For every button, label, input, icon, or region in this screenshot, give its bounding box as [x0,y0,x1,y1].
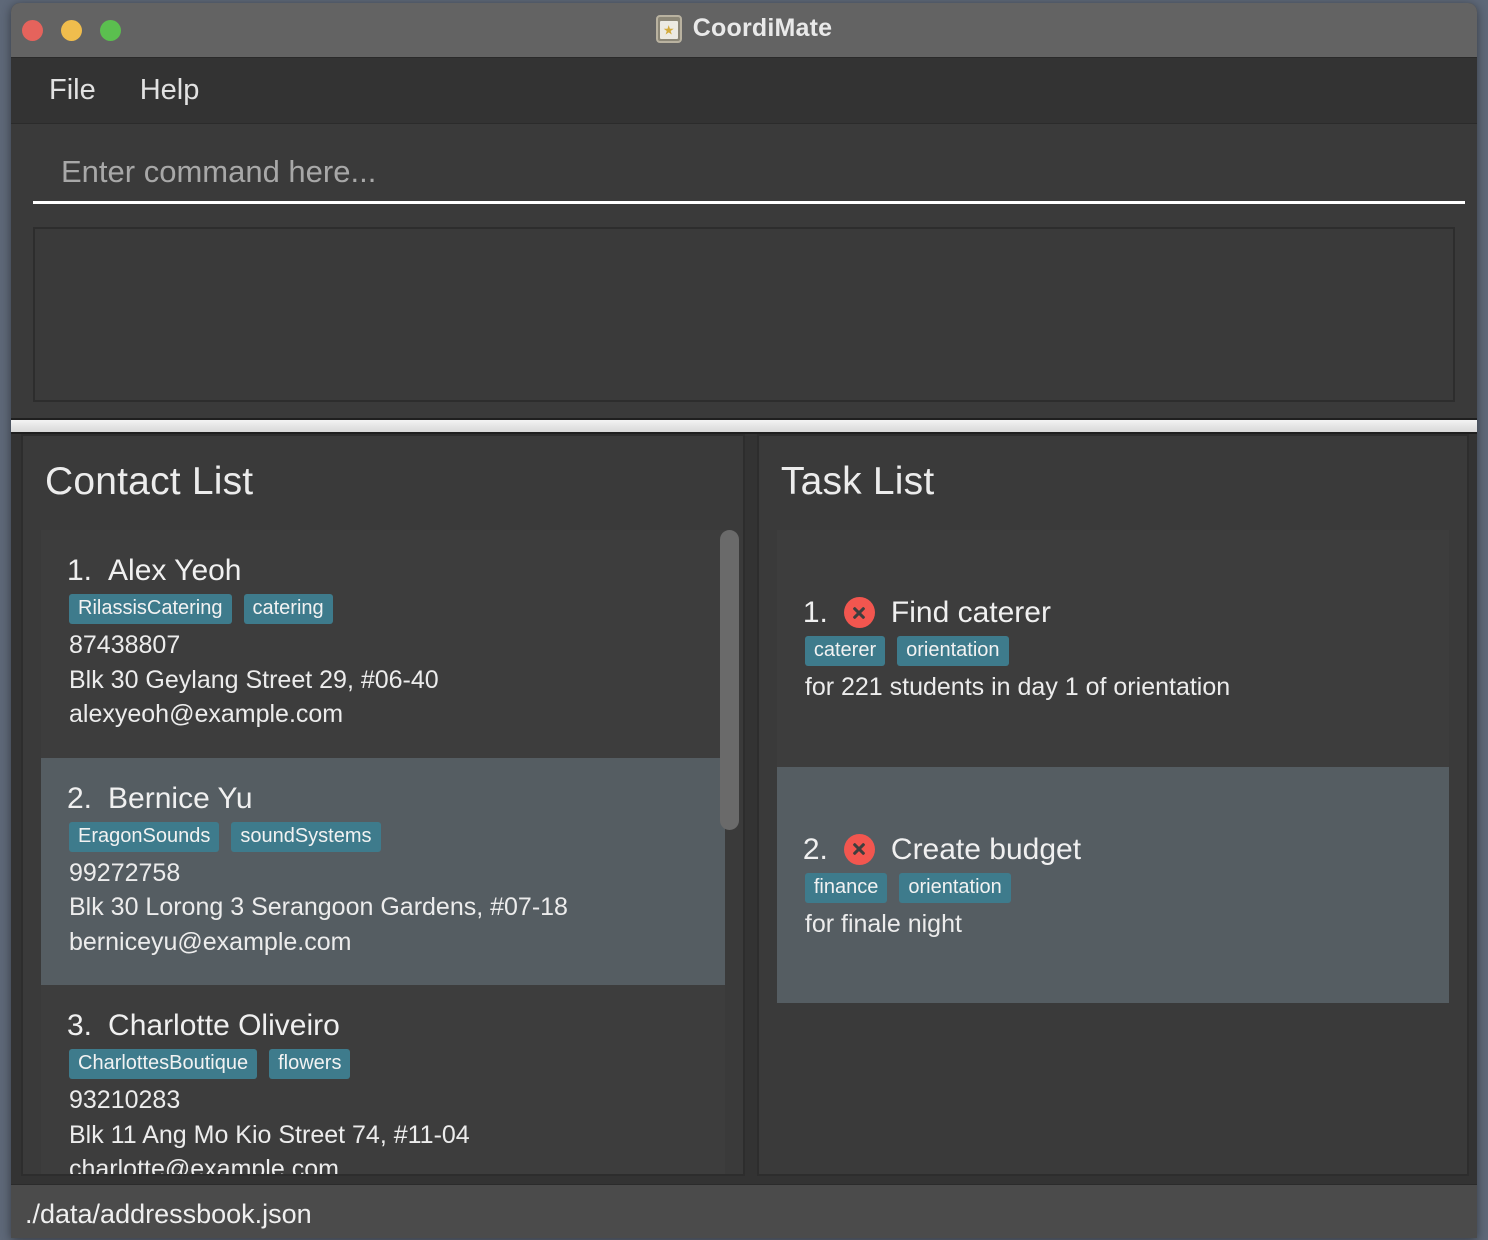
contact-tags: EragonSounds soundSystems [69,822,699,852]
contact-card[interactable]: 3. Charlotte Oliveiro CharlottesBoutique… [41,985,725,1176]
task-index: 2. [803,833,828,866]
task-description: for 221 students in day 1 of orientation [805,670,1423,705]
task-description: for finale night [805,907,1423,942]
title-bar: ★ CoordiMate [11,3,1477,58]
lists-container: Contact List 1. Alex Yeoh RilassisCateri… [11,434,1477,1184]
contact-name: Bernice Yu [108,782,253,815]
status-bar: ./data/addressbook.json [11,1184,1477,1238]
contact-address: Blk 30 Lorong 3 Serangoon Gardens, #07-1… [69,890,699,925]
menu-item-file[interactable]: File [49,76,96,105]
contact-list-scrollbar[interactable] [720,530,739,830]
contact-phone: 93210283 [69,1083,699,1118]
not-done-icon[interactable] [844,597,875,628]
task-name: Find caterer [891,596,1051,629]
contact-card-head: 3. Charlotte Oliveiro [67,1009,699,1042]
window-title: CoordiMate [693,14,833,43]
command-box [11,124,1477,217]
panel-splitter[interactable] [11,418,1477,434]
task-index: 1. [803,596,828,629]
tag-chip: soundSystems [231,822,380,852]
task-card-head: 2. Create budget [803,833,1423,866]
tag-chip: orientation [899,873,1010,903]
contact-index: 2. [67,782,92,815]
not-done-icon[interactable] [844,834,875,865]
task-tags: caterer orientation [805,636,1423,666]
task-card-head: 1. Find caterer [803,596,1423,629]
app-root: ★ CoordiMate File Help Contact List [0,0,1488,1240]
contact-phone: 99272758 [69,856,699,891]
contact-card[interactable]: 1. Alex Yeoh RilassisCatering catering 8… [41,530,725,758]
contact-address: Blk 11 Ang Mo Kio Street 74, #11-04 [69,1118,699,1153]
contact-card-area[interactable]: 1. Alex Yeoh RilassisCatering catering 8… [41,530,725,1156]
task-tags: finance orientation [805,873,1423,903]
contact-name: Alex Yeoh [108,554,241,587]
tag-chip: flowers [269,1049,350,1079]
tag-chip: EragonSounds [69,822,219,852]
contact-card[interactable]: 2. Bernice Yu EragonSounds soundSystems … [41,758,725,986]
contact-address: Blk 30 Geylang Street 29, #06-40 [69,663,699,698]
calendar-star-icon: ★ [656,15,682,43]
tag-chip: finance [805,873,888,903]
command-input[interactable] [33,148,1465,204]
contact-list-panel: Contact List 1. Alex Yeoh RilassisCateri… [21,434,745,1176]
title-bar-center: ★ CoordiMate [11,14,1477,43]
tag-chip: catering [244,594,333,624]
contact-email: charlotte@example.com [69,1152,699,1176]
contact-phone: 87438807 [69,628,699,663]
tag-chip: orientation [897,636,1008,666]
contact-card-head: 2. Bernice Yu [67,782,699,815]
result-display [33,227,1455,402]
menu-bar: File Help [11,58,1477,124]
contact-card-head: 1. Alex Yeoh [67,554,699,587]
tag-chip: RilassisCatering [69,594,232,624]
tag-chip: CharlottesBoutique [69,1049,257,1079]
task-card[interactable]: 2. Create budget finance orientation for… [777,767,1449,1004]
contact-list-title: Contact List [23,436,743,504]
contact-index: 3. [67,1009,92,1042]
contact-name: Charlotte Oliveiro [108,1009,340,1042]
save-location-path: ./data/addressbook.json [25,1199,312,1230]
application-window: ★ CoordiMate File Help Contact List [11,3,1477,1238]
menu-item-help[interactable]: Help [140,76,200,105]
star-glyph: ★ [663,24,675,37]
contact-email: berniceyu@example.com [69,925,699,960]
contact-index: 1. [67,554,92,587]
task-name: Create budget [891,833,1081,866]
contact-email: alexyeoh@example.com [69,697,699,732]
task-card[interactable]: 1. Find caterer caterer orientation for … [777,530,1449,767]
contact-tags: RilassisCatering catering [69,594,699,624]
task-card-area[interactable]: 1. Find caterer caterer orientation for … [777,530,1449,1156]
result-display-wrapper [11,217,1477,418]
task-list-panel: Task List 1. Find caterer caterer orient… [757,434,1469,1176]
contact-tags: CharlottesBoutique flowers [69,1049,699,1079]
tag-chip: caterer [805,636,885,666]
task-list-title: Task List [759,436,1467,504]
